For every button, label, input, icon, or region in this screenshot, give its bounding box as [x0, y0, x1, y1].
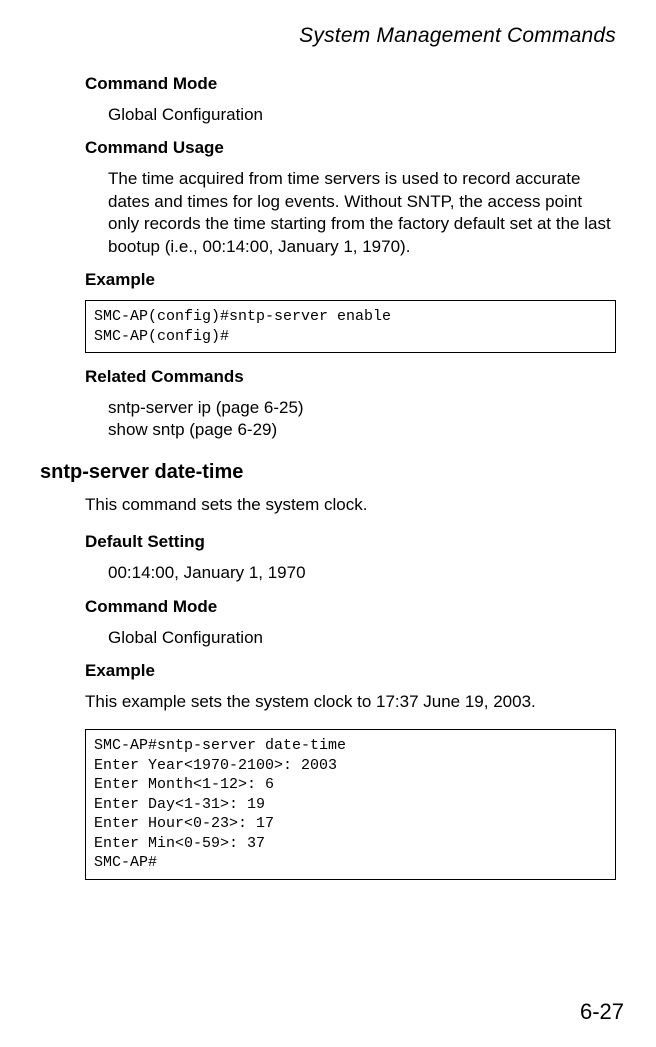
related-commands-list: sntp-server ip (page 6-25) show sntp (pa… — [108, 397, 624, 441]
related-command-2: show sntp (page 6-29) — [108, 419, 624, 441]
example-heading-1: Example — [85, 270, 624, 290]
command-title-sntp-date-time: sntp-server date-time — [40, 461, 624, 484]
command-mode-heading-2: Command Mode — [85, 597, 624, 617]
example-code-2: SMC-AP#sntp-server date-time Enter Year<… — [85, 729, 616, 880]
default-setting-text: 00:14:00, January 1, 1970 — [108, 562, 616, 584]
command-mode-heading-1: Command Mode — [85, 74, 624, 94]
command-mode-text-1: Global Configuration — [108, 104, 616, 126]
command-intro: This command sets the system clock. — [85, 494, 616, 516]
example-code-1: SMC-AP(config)#sntp-server enable SMC-AP… — [85, 300, 616, 353]
command-mode-text-2: Global Configuration — [108, 627, 616, 649]
example-intro-2: This example sets the system clock to 17… — [85, 691, 616, 713]
page-header: System Management Commands — [40, 24, 624, 48]
related-command-1: sntp-server ip (page 6-25) — [108, 397, 624, 419]
command-usage-heading: Command Usage — [85, 138, 624, 158]
default-setting-heading: Default Setting — [85, 532, 624, 552]
command-usage-text: The time acquired from time servers is u… — [108, 168, 616, 258]
example-heading-2: Example — [85, 661, 624, 681]
related-commands-heading: Related Commands — [85, 367, 624, 387]
page-number: 6-27 — [580, 999, 624, 1025]
